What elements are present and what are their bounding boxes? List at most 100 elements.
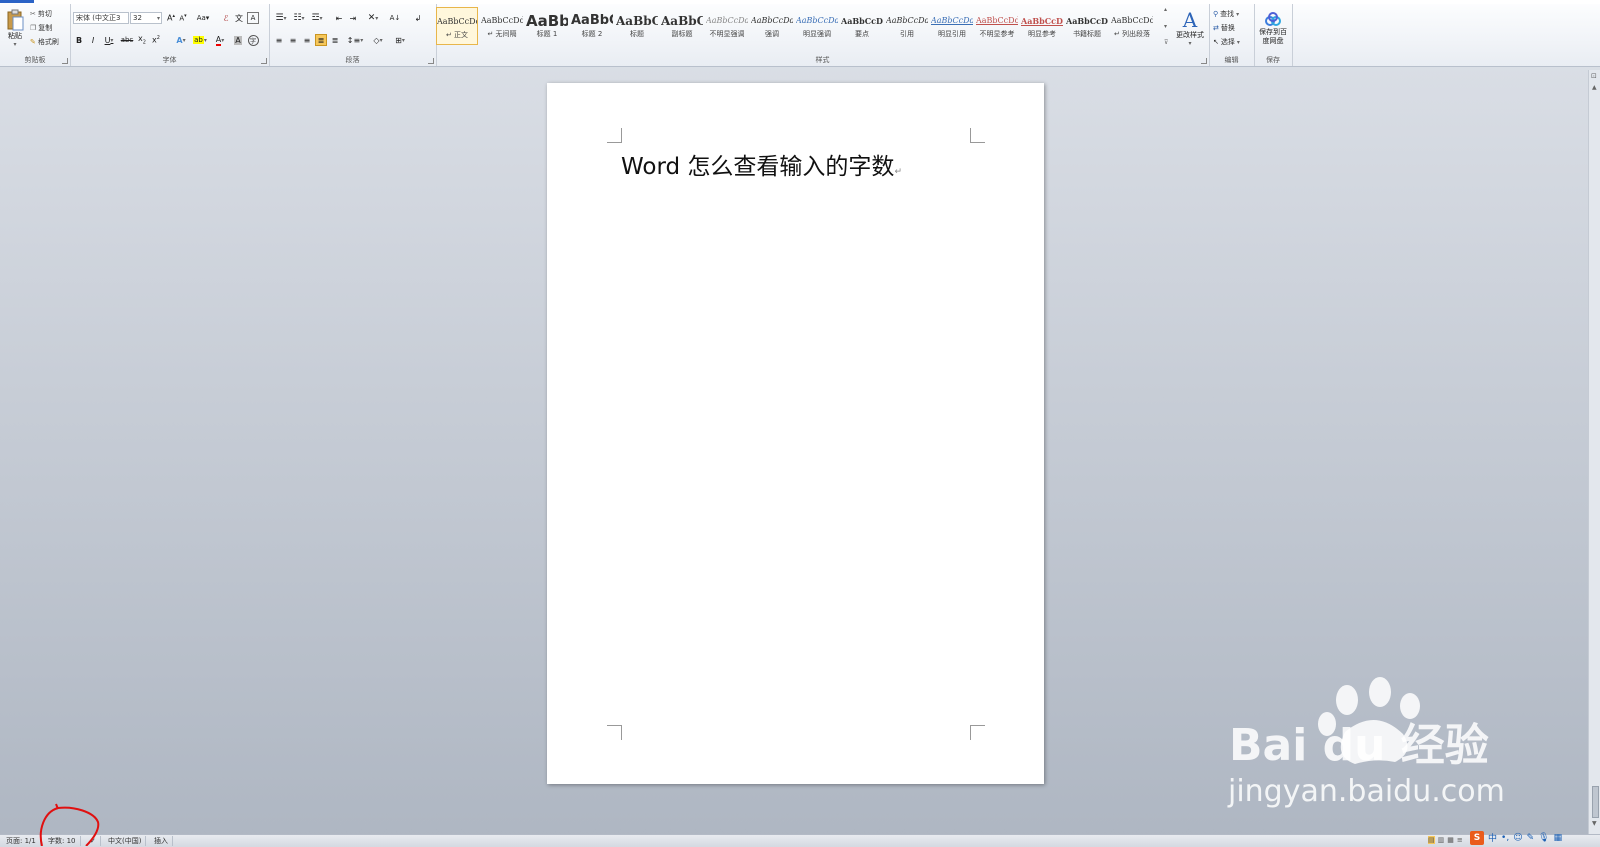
sogou-logo-icon[interactable]: S [1470, 830, 1484, 845]
decrease-indent-button[interactable]: ⇤ [333, 12, 345, 24]
style-item-11[interactable]: AaBbCcDd 明显引用 [931, 7, 973, 45]
copy-button[interactable]: ❐ 复制 [30, 22, 52, 34]
style-item-0[interactable]: AaBbCcDd ↵ 正文 [436, 7, 478, 45]
shrink-font-button[interactable]: A▾ [177, 12, 189, 24]
paragraph-group-label: 段落 [345, 56, 360, 64]
select-label: 选择 [1220, 38, 1235, 46]
scissors-icon: ✂ [30, 10, 36, 18]
show-marks-button[interactable]: ↲ [412, 12, 424, 24]
line-spacing-button[interactable]: ↕≡ ▾ [347, 34, 363, 46]
document-body-text[interactable]: Word 怎么查看输入的字数↵ [621, 147, 902, 181]
align-left-button[interactable]: ≡ [273, 34, 285, 46]
subscript-button[interactable]: x2 [136, 34, 148, 46]
style-item-6[interactable]: AaBbCcDd 不明显强调 [706, 7, 748, 45]
clipboard-launcher[interactable] [62, 58, 68, 64]
font-launcher[interactable] [261, 58, 267, 64]
scroll-up-icon[interactable]: ▲ [1592, 84, 1597, 91]
ruler-toggle-icon[interactable]: ⊡ [1591, 72, 1597, 80]
punctuation-icon[interactable]: •, [1501, 833, 1509, 843]
style-item-2[interactable]: AaBb 标题 1 [526, 7, 568, 45]
emoji-icon[interactable]: ☺ [1513, 833, 1522, 843]
full-screen-reading-icon[interactable]: ▥ [1438, 836, 1445, 844]
change-case-button[interactable]: Aa▾ [195, 12, 211, 24]
paste-button[interactable]: 粘贴 ▾ [3, 6, 27, 50]
skin-icon[interactable]: ✎ [1527, 833, 1535, 843]
multilevel-list-button[interactable]: ☲ ▾ [309, 12, 325, 24]
character-border-button[interactable]: A [247, 12, 259, 24]
file-tab-edge[interactable] [0, 0, 34, 3]
style-item-4[interactable]: AaBbC 标题 [616, 7, 658, 45]
styles-gallery-scroll[interactable]: ▴ ▾ ⊽ [1164, 6, 1172, 46]
align-center-button[interactable]: ≡ [287, 34, 299, 46]
format-painter-button[interactable]: ✎ 格式刷 [30, 36, 59, 48]
bullets-button[interactable]: ☰ ▾ [273, 12, 289, 24]
style-item-5[interactable]: AaBbC 副标题 [661, 7, 703, 45]
word-count[interactable]: 字数: 10 [44, 836, 81, 846]
font-color-button[interactable]: A ▾ [212, 34, 228, 46]
text-effects-button[interactable]: A ▾ [173, 34, 189, 46]
style-item-3[interactable]: AaBbC 标题 2 [571, 7, 613, 45]
replace-button[interactable]: ⇄ 替换 [1213, 22, 1235, 34]
cut-button[interactable]: ✂ 剪切 [30, 8, 52, 20]
toolbox-icon[interactable]: ▦ [1554, 833, 1563, 843]
cut-label: 剪切 [37, 10, 52, 18]
style-item-1[interactable]: AaBbCcDd ↵ 无间隔 [481, 7, 523, 45]
grow-font-button[interactable]: A▴ [165, 12, 177, 24]
web-layout-icon[interactable]: ▦ [1447, 836, 1454, 844]
paragraph-launcher[interactable] [428, 58, 434, 64]
font-size-combo[interactable]: 32 ▾ [130, 12, 162, 24]
character-shading-button[interactable]: A [232, 34, 244, 46]
phonetic-guide-button[interactable]: 文 [233, 12, 245, 24]
increase-indent-icon: ⇥ [349, 13, 357, 23]
character-border-icon: A [250, 14, 256, 22]
bold-button[interactable]: B [74, 34, 84, 46]
clipboard-group: 粘贴 ▾ ✂ 剪切 ❐ 复制 ✎ 格式刷 剪贴板 [0, 4, 71, 66]
shading-dropdown-icon: ▾ [379, 36, 383, 44]
underline-button[interactable]: U ▾ [102, 34, 116, 46]
style-item-8[interactable]: AaBbCcDd 明显强调 [796, 7, 838, 45]
vertical-scrollbar[interactable]: ⊡ ▲ ▼ [1588, 70, 1600, 834]
clear-formatting-button[interactable]: ℰ [220, 12, 232, 24]
enclose-characters-button[interactable]: 字 [247, 34, 259, 46]
page-indicator[interactable]: 页面: 1/1 [2, 836, 41, 846]
shading-button[interactable]: ◇ ▾ [370, 34, 386, 46]
scroll-thumb[interactable] [1592, 786, 1599, 818]
scroll-down-icon[interactable]: ▼ [1592, 820, 1597, 827]
save-to-baidu-button[interactable]: 保存到百度网盘 [1256, 6, 1290, 52]
style-item-14[interactable]: AaBbCcDd 书籍标题 [1066, 7, 1108, 45]
style-item-10[interactable]: AaBbCcDd 引用 [886, 7, 928, 45]
change-styles-button[interactable]: A 更改样式 ▾ [1174, 6, 1206, 50]
superscript-button[interactable]: x2 [150, 34, 162, 46]
select-button[interactable]: ↖ 选择 ▾ [1213, 36, 1240, 48]
align-right-button[interactable]: ≡ [301, 34, 313, 46]
numbering-button[interactable]: ☷ ▾ [291, 12, 307, 24]
highlight-button[interactable]: ab ▾ [192, 34, 208, 46]
sort-button[interactable]: A↓ [389, 12, 401, 24]
decrease-indent-icon: ⇤ [335, 13, 343, 23]
find-button[interactable]: ⚲ 查找 ▾ [1213, 8, 1239, 20]
proofing-icon[interactable]: ✓ [86, 836, 101, 846]
increase-indent-button[interactable]: ⇥ [347, 12, 359, 24]
insert-mode-indicator[interactable]: 插入 [150, 836, 173, 846]
distribute-button[interactable]: ≣ [329, 34, 341, 46]
style-item-13[interactable]: AaBbCcDd 明显参考 [1021, 7, 1063, 45]
print-layout-icon[interactable]: ▤ [1428, 836, 1435, 844]
document-page[interactable]: Word 怎么查看输入的字数↵ [547, 83, 1044, 784]
style-item-12[interactable]: AaBbCcDd 不明显参考 [976, 7, 1018, 45]
style-item-7[interactable]: AaBbCcDd 强调 [751, 7, 793, 45]
multilevel-list-icon: ☲ [311, 13, 320, 23]
chinese-layout-button[interactable]: ✕ ▾ [365, 12, 381, 24]
style-item-15[interactable]: AaBbCcDd ↵ 列出段落 [1111, 7, 1153, 45]
style-sample: AaBbCcDd [481, 16, 523, 25]
strikethrough-button[interactable]: abc [120, 34, 134, 46]
language-indicator[interactable]: 中文(中国) [104, 836, 147, 846]
outline-icon[interactable]: ≡ [1457, 836, 1463, 844]
font-name-combo[interactable]: 宋体 (中文正3 [73, 12, 129, 24]
style-item-9[interactable]: AaBbCcDd 要点 [841, 7, 883, 45]
italic-button[interactable]: I [88, 34, 98, 46]
ime-mode[interactable]: 中 [1488, 831, 1497, 844]
justify-button[interactable]: ≣ [315, 34, 327, 46]
microphone-icon[interactable]: 🎙 [1538, 833, 1549, 843]
styles-launcher[interactable] [1201, 58, 1207, 64]
borders-button[interactable]: ⊞ ▾ [392, 34, 408, 46]
